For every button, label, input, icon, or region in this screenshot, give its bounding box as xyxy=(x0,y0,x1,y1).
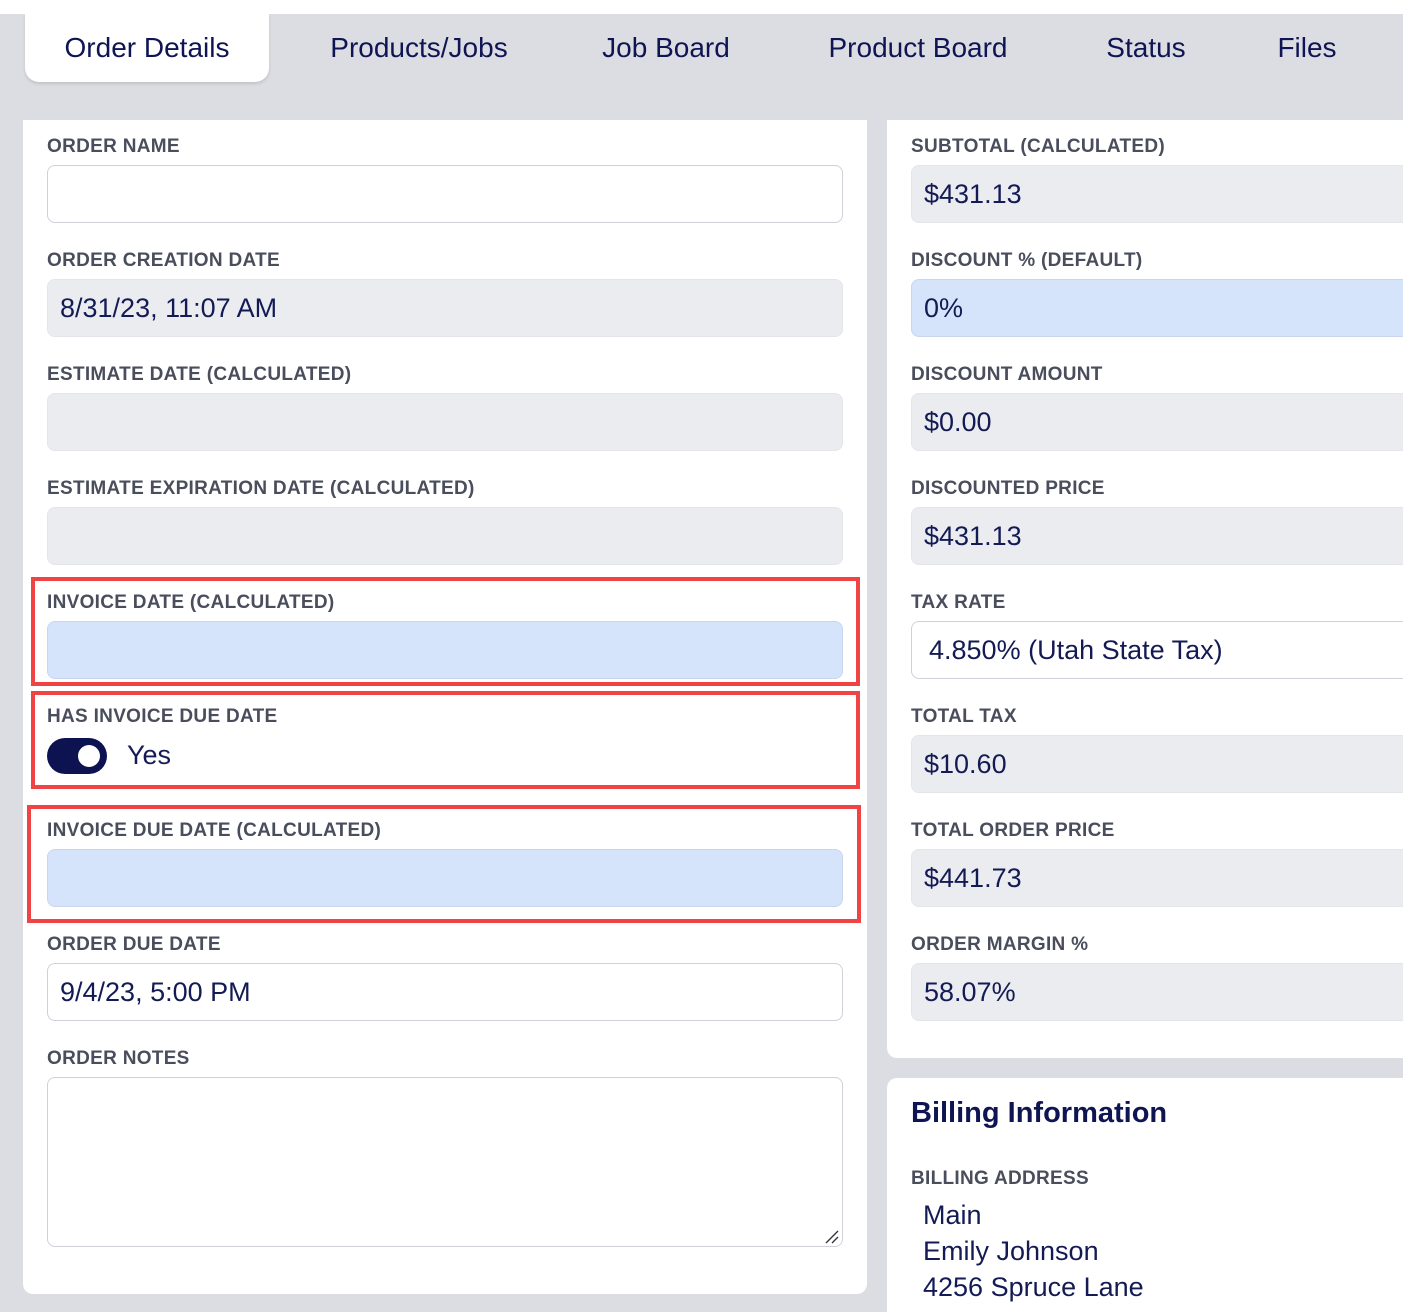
billing-address-label: BILLING ADDRESS xyxy=(911,1168,1089,1189)
discounted-price-field: $431.13 xyxy=(911,507,1403,565)
highlight-invoice-due-date xyxy=(27,805,861,923)
total-order-price-label: TOTAL ORDER PRICE xyxy=(911,820,1115,841)
order-notes-textarea[interactable] xyxy=(60,1088,842,1246)
top-strip xyxy=(0,0,1403,14)
tab-job-board[interactable]: Job Board xyxy=(580,14,752,82)
discount-pct-field[interactable]: 0% xyxy=(911,279,1403,337)
billing-address-line-3: 4256 Spruce Lane xyxy=(923,1272,1144,1302)
total-tax-field: $10.60 xyxy=(911,735,1403,793)
tab-files[interactable]: Files xyxy=(1255,14,1359,82)
order-due-date-label: ORDER DUE DATE xyxy=(47,934,221,955)
order-margin-label: ORDER MARGIN % xyxy=(911,934,1089,955)
order-name-label: ORDER NAME xyxy=(47,136,180,157)
tax-rate-select[interactable]: 4.850% (Utah State Tax) xyxy=(911,621,1403,679)
discount-amount-field: $0.00 xyxy=(911,393,1403,451)
discount-pct-label: DISCOUNT % (DEFAULT) xyxy=(911,250,1143,271)
total-order-price-field: $441.73 xyxy=(911,849,1403,907)
order-name-field[interactable] xyxy=(47,165,843,223)
billing-title: Billing Information xyxy=(911,1097,1168,1129)
tab-products-jobs[interactable]: Products/Jobs xyxy=(300,14,538,82)
order-margin-field: 58.07% xyxy=(911,963,1403,1021)
tax-rate-label: TAX RATE xyxy=(911,592,1006,613)
highlight-invoice-date xyxy=(31,577,860,686)
order-creation-date-field: 8/31/23, 11:07 AM xyxy=(47,279,843,337)
resize-handle-icon[interactable] xyxy=(823,1228,839,1244)
order-creation-date-label: ORDER CREATION DATE xyxy=(47,250,280,271)
order-due-date-field[interactable]: 9/4/23, 5:00 PM xyxy=(47,963,843,1021)
order-notes-label: ORDER NOTES xyxy=(47,1048,190,1069)
subtotal-field: $431.13 xyxy=(911,165,1403,223)
discount-amount-label: DISCOUNT AMOUNT xyxy=(911,364,1103,385)
billing-address-line-2: Emily Johnson xyxy=(923,1236,1099,1266)
estimate-expiration-date-label: ESTIMATE EXPIRATION DATE (CALCULATED) xyxy=(47,478,475,499)
tab-status[interactable]: Status xyxy=(1085,14,1207,82)
total-tax-label: TOTAL TAX xyxy=(911,706,1017,727)
tab-bar: Order Details Products/Jobs Job Board Pr… xyxy=(0,14,1403,120)
estimate-expiration-date-field xyxy=(47,507,843,565)
order-name-input[interactable] xyxy=(60,166,842,222)
estimate-date-label: ESTIMATE DATE (CALCULATED) xyxy=(47,364,352,385)
tab-order-details[interactable]: Order Details xyxy=(25,14,269,82)
tab-product-board[interactable]: Product Board xyxy=(800,14,1036,82)
discounted-price-label: DISCOUNTED PRICE xyxy=(911,478,1105,499)
subtotal-label: SUBTOTAL (CALCULATED) xyxy=(911,136,1165,157)
order-notes-field[interactable] xyxy=(47,1077,843,1247)
billing-address-line-1: Main xyxy=(923,1200,982,1230)
highlight-has-invoice-due-date xyxy=(31,691,860,789)
estimate-date-field xyxy=(47,393,843,451)
